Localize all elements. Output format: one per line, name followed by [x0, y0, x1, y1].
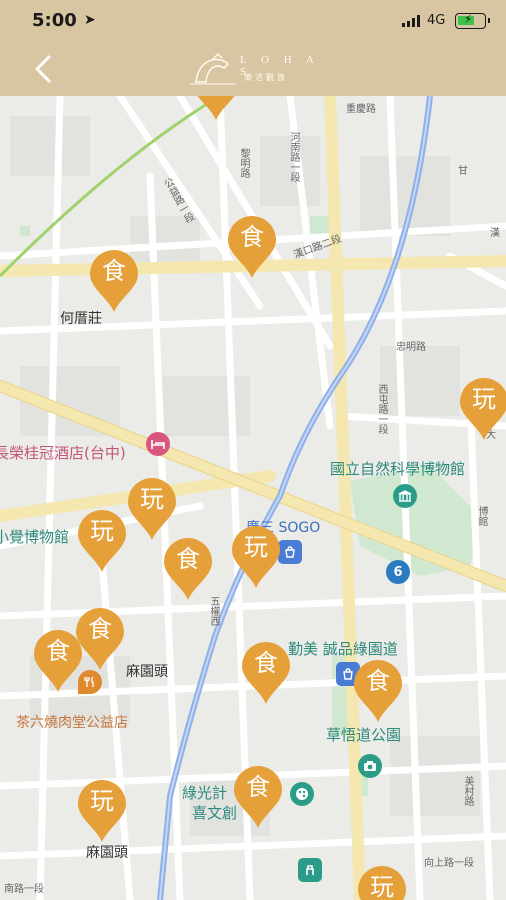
signal-icon	[402, 15, 420, 27]
logo-mark-icon	[190, 52, 236, 85]
nav-bar: L O H A S 樂活觀旅	[0, 44, 506, 96]
transit-badge[interactable]: 6	[386, 560, 410, 584]
place-label: 長榮桂冠酒店(台中)	[0, 444, 126, 462]
road-label: 南路一段	[4, 884, 44, 895]
play-pin[interactable]: 玩	[76, 508, 128, 574]
pin-label: 玩	[140, 485, 164, 513]
map-view[interactable]: 何厝莊 長榮桂冠酒店(台中) 小覺博物館 國立自然科學博物館 廣三 SOGO 勤…	[0, 96, 506, 900]
place-label: 喜文創	[192, 804, 238, 822]
pin-label: 食	[240, 223, 264, 251]
camera-icon[interactable]	[358, 754, 382, 778]
food-pin[interactable]: 食	[88, 248, 140, 314]
hotel-icon[interactable]	[146, 432, 170, 456]
pin-label: 玩	[370, 873, 394, 900]
road-label: 河南路一段	[288, 132, 299, 182]
play-pin[interactable]: 玩	[458, 376, 506, 442]
food-pin[interactable]: 食	[226, 214, 278, 280]
place-label: 茶六燒肉堂公益店	[16, 715, 128, 731]
lohas-logo: L O H A S 樂活觀旅	[188, 52, 328, 88]
art-palette-icon[interactable]	[290, 782, 314, 806]
pin-label: 食	[366, 667, 390, 695]
road-label: 黎明路	[238, 148, 249, 178]
pin-label: 食	[46, 637, 70, 665]
road-label: 甘	[458, 166, 468, 177]
food-pin[interactable]: 食	[32, 628, 84, 694]
play-pin[interactable]: 玩	[356, 864, 408, 900]
place-label: 國立自然科學博物館	[330, 460, 466, 478]
food-pin[interactable]: 食	[240, 640, 292, 706]
pin-label: 食	[246, 773, 270, 801]
road-label: 漢	[490, 228, 500, 239]
back-button[interactable]	[26, 52, 60, 86]
pin-label: 食	[254, 649, 278, 677]
food-pin[interactable]: 食	[190, 96, 242, 122]
play-pin[interactable]: 玩	[230, 524, 282, 590]
chevron-left-icon	[35, 55, 51, 83]
road-label: 西屯路一段	[376, 384, 387, 434]
network-type: 4G	[427, 13, 446, 28]
battery-icon: ⚡	[455, 12, 490, 29]
pin-label: 玩	[244, 533, 268, 561]
road-label: 博館	[476, 506, 487, 526]
status-bar: 5:00 ➤ 4G ⚡	[0, 0, 506, 44]
play-pin[interactable]: 玩	[76, 778, 128, 844]
food-pin[interactable]: 食	[162, 536, 214, 602]
pin-label: 食	[176, 545, 200, 573]
road-label: 重慶路	[346, 104, 376, 115]
pin-label: 玩	[90, 517, 114, 545]
place-label: 綠光計	[182, 784, 228, 802]
pin-label: 玩	[472, 385, 496, 413]
road-label: 美村路	[462, 776, 473, 806]
food-pin[interactable]: 玩 食	[232, 764, 284, 830]
landmark-icon[interactable]	[298, 858, 322, 882]
pin-label: 食	[102, 257, 126, 285]
play-pin[interactable]: 玩	[126, 476, 178, 542]
place-label: 草悟道公園	[326, 726, 402, 744]
road-label: 向上路一段	[424, 858, 474, 869]
food-pin[interactable]: 食	[352, 658, 404, 724]
status-time: 5:00	[32, 10, 77, 31]
museum-icon[interactable]	[393, 484, 417, 508]
road-label: 忠明路	[396, 342, 426, 353]
place-label: 勤美 誠品綠園道	[288, 640, 398, 658]
location-arrow-icon: ➤	[84, 12, 96, 28]
place-label: 麻園頭	[126, 664, 168, 680]
place-label: 麻園頭	[86, 845, 128, 861]
place-label: 小覺博物館	[0, 528, 70, 546]
pin-label: 玩	[90, 787, 114, 815]
logo-subtitle: 樂活觀旅	[244, 73, 288, 82]
